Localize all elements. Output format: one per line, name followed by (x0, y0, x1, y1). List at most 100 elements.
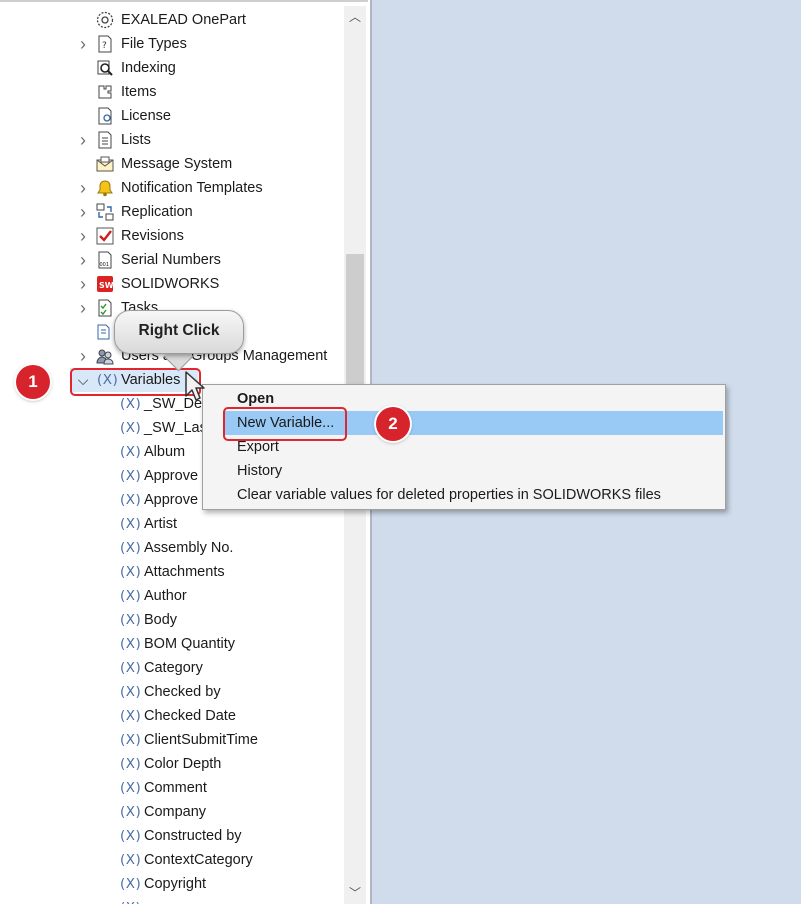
license-icon (96, 107, 114, 125)
tree-node-label: Indexing (121, 60, 176, 76)
lists-icon (96, 131, 114, 149)
file-types-icon: ? (96, 35, 114, 53)
tree-node-replication[interactable]: › Replication (0, 200, 340, 224)
variable-icon: (X) (120, 852, 142, 868)
tree-node-label: Replication (121, 204, 193, 220)
tree-node-lists[interactable]: › Lists (0, 128, 340, 152)
menu-item-label: Clear variable values for deleted proper… (237, 487, 661, 503)
variable-list-item[interactable]: (X) Attachments (0, 560, 340, 584)
replication-icon (96, 203, 114, 221)
menu-item-label: History (237, 463, 283, 479)
tree-node-label: SOLIDWORKS (121, 276, 220, 292)
variable-icon: (X) (120, 756, 142, 772)
variable-list-item[interactable]: (X) Body (0, 608, 340, 632)
tree-node-label: Notification Templates (121, 180, 263, 196)
variable-list-item[interactable]: (X) ClientSubmitTime (0, 728, 340, 752)
tree-node-notification-templates[interactable]: › Notification Templates (0, 176, 340, 200)
templates-icon (96, 323, 114, 341)
variable-list-item[interactable]: (X) Constructed by (0, 824, 340, 848)
chevron-right-icon[interactable]: › (76, 296, 90, 320)
menu-item-history[interactable]: History (203, 459, 725, 483)
tree-node-solidworks[interactable]: › SW SOLIDWORKS (0, 272, 340, 296)
revisions-icon (96, 227, 114, 245)
variable-icon: (X) (120, 804, 142, 820)
variable-icon: (X) (120, 708, 142, 724)
variable-label: ContextCategory (144, 852, 253, 868)
variable-list-item[interactable]: (X) Comment (0, 776, 340, 800)
variable-label: Checked Date (144, 708, 236, 724)
variable-label: Approve (144, 468, 199, 484)
tree-node-license[interactable]: License (0, 104, 340, 128)
tasks-icon (96, 299, 114, 317)
chevron-right-icon[interactable]: › (76, 128, 90, 152)
variable-list-item[interactable]: (X) Author (0, 584, 340, 608)
tree-node-message-system[interactable]: Message System (0, 152, 340, 176)
variable-icon: (X) (120, 684, 142, 700)
variable-list-item[interactable]: (X) Artist (0, 512, 340, 536)
variable-icon: (X) (120, 732, 142, 748)
exalead-icon (96, 11, 114, 29)
scroll-up-icon[interactable]: ︿ (348, 10, 362, 24)
tree-node-exalead-onepart[interactable]: EXALEAD OnePart (0, 8, 340, 32)
variable-list-item[interactable]: (X) Color Depth (0, 752, 340, 776)
chevron-right-icon[interactable]: › (76, 344, 90, 368)
variable-label: Artist (144, 516, 178, 532)
variable-list-item[interactable]: (X) Checked by (0, 680, 340, 704)
variable-list-item[interactable]: (X) Copyright (0, 872, 340, 896)
tree-node-file-types[interactable]: ›? File Types (0, 32, 340, 56)
chevron-right-icon[interactable]: › (76, 32, 90, 56)
variables-highlight-box (70, 368, 201, 396)
tree-node-serial-numbers[interactable]: › 001 Serial Numbers (0, 248, 340, 272)
chevron-right-icon[interactable]: › (76, 200, 90, 224)
tree-node-label: Lists (121, 132, 151, 148)
tree-node-label: Items (121, 84, 157, 100)
variable-label: Color Depth (144, 756, 222, 772)
chevron-right-icon[interactable]: › (76, 224, 90, 248)
indexing-icon (96, 59, 114, 77)
users-icon (96, 347, 114, 365)
variable-list-item[interactable]: (X) (0, 896, 340, 904)
variable-label: Assembly No. (144, 540, 234, 556)
message-system-icon (96, 155, 114, 173)
variable-label: Checked by (144, 684, 221, 700)
tree-node-label: License (121, 108, 171, 124)
variable-label: Album (144, 444, 186, 460)
bell-icon (96, 179, 114, 197)
variable-icon: (X) (120, 588, 142, 604)
variable-label: Author (144, 588, 187, 604)
variable-icon: (X) (120, 516, 142, 532)
variable-icon: (X) (120, 564, 142, 580)
tree-node-revisions[interactable]: › Revisions (0, 224, 340, 248)
variable-list-item[interactable]: (X) ContextCategory (0, 848, 340, 872)
menu-item-clear-variable-values-for-deleted-properties-in-solidworks-files[interactable]: Clear variable values for deleted proper… (203, 483, 725, 507)
variable-icon: (X) (120, 896, 141, 904)
right-click-callout: Right Click (114, 310, 244, 354)
variable-label: Attachments (144, 564, 225, 580)
variable-label: Copyright (144, 876, 207, 892)
chevron-right-icon[interactable]: › (76, 248, 90, 272)
variable-label: Body (144, 612, 178, 628)
svg-text:SW: SW (99, 281, 114, 290)
variable-list-item[interactable]: (X) Checked Date (0, 704, 340, 728)
scroll-thumb[interactable] (346, 254, 364, 404)
variable-label: Constructed by (144, 828, 242, 844)
variable-icon: (X) (120, 612, 142, 628)
variable-icon: (X) (120, 468, 142, 484)
variable-label: Comment (144, 780, 207, 796)
chevron-right-icon[interactable]: › (76, 176, 90, 200)
variable-list-item[interactable]: (X) Category (0, 656, 340, 680)
tree-node-label: File Types (121, 36, 187, 52)
chevron-right-icon[interactable]: › (76, 272, 90, 296)
variable-list-item[interactable]: (X) BOM Quantity (0, 632, 340, 656)
variable-icon: (X) (120, 420, 142, 436)
variable-label: Company (144, 804, 207, 820)
tree-node-items[interactable]: Items (0, 80, 340, 104)
scroll-down-icon[interactable]: ﹀ (348, 886, 362, 900)
new-variable-highlight-box (223, 407, 347, 441)
tree-node-indexing[interactable]: Indexing (0, 56, 340, 80)
variable-list-item[interactable]: (X) Company (0, 800, 340, 824)
svg-text:?: ? (102, 41, 107, 51)
items-icon (96, 83, 114, 101)
step-2-badge: 2 (376, 407, 410, 441)
variable-list-item[interactable]: (X) Assembly No. (0, 536, 340, 560)
